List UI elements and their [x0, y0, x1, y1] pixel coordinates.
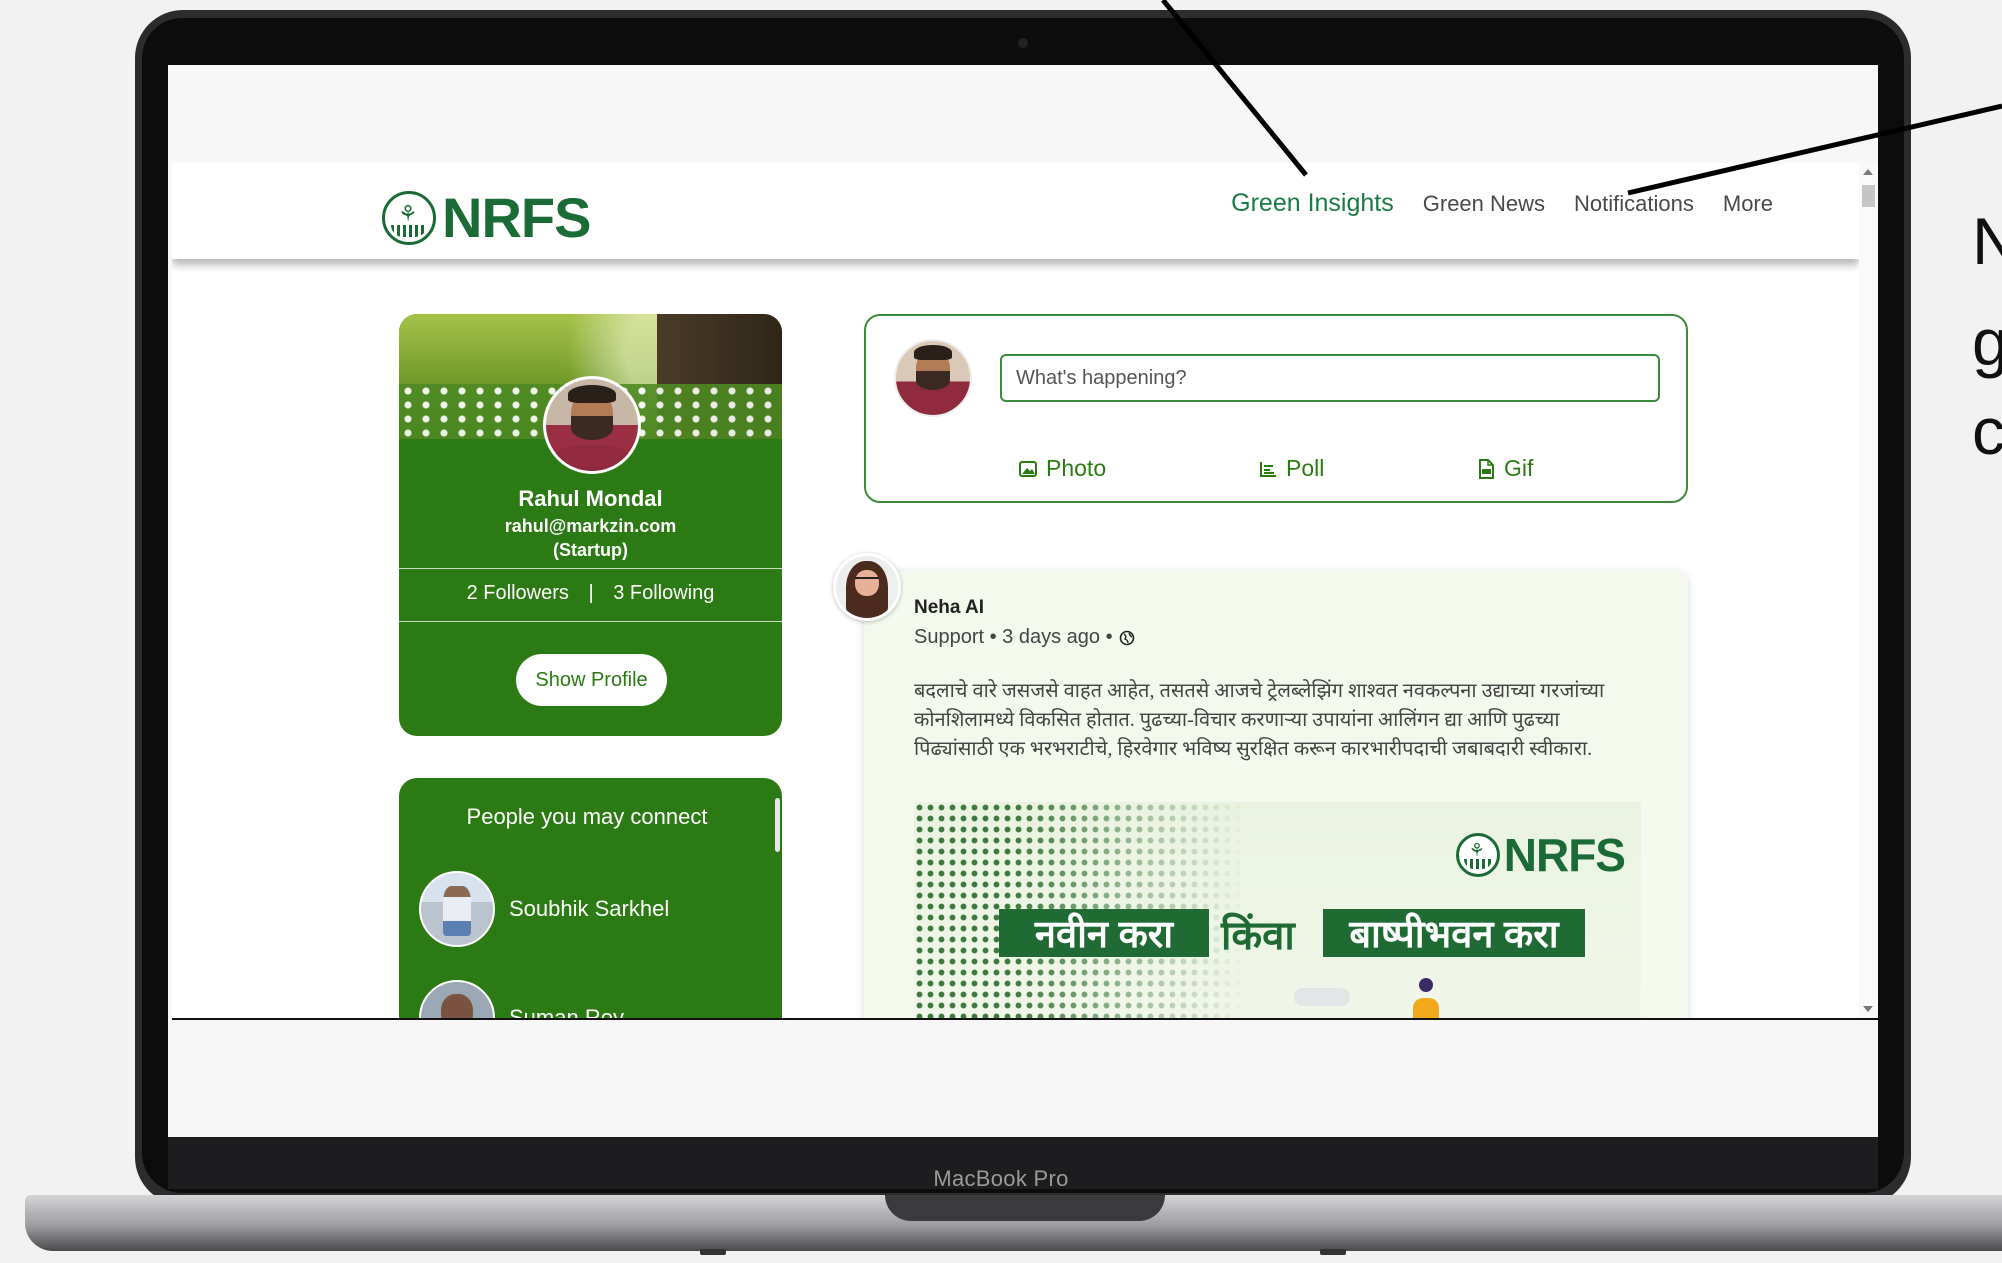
callout-line-notifications: [1627, 103, 2002, 196]
callout-lines: [1161, 0, 2002, 196]
callout-text-line: g: [1972, 305, 2002, 379]
callout-text-line: N: [1972, 204, 2002, 278]
callout-text-line: c: [1972, 394, 2002, 468]
callout-line-insights: [1161, 0, 1308, 177]
